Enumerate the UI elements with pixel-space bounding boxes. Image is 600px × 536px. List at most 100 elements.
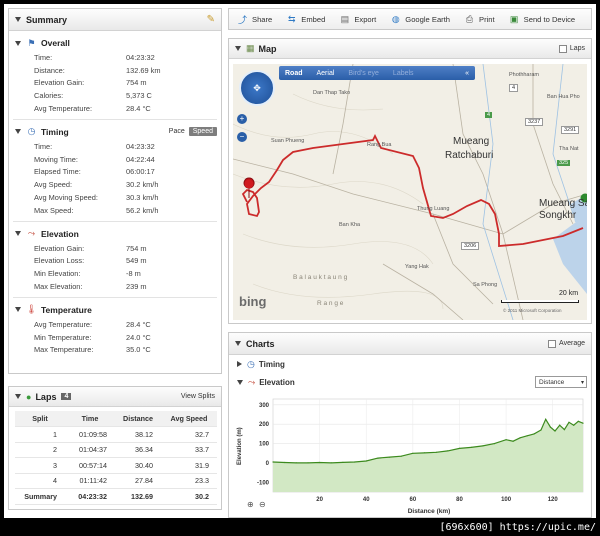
collapse-icon[interactable]: [15, 394, 21, 399]
collapse-icon[interactable]: [15, 40, 21, 46]
timing-title: Timing: [41, 126, 69, 137]
place-label: Ban Hua Pho: [547, 94, 580, 100]
zoom-out-button[interactable]: −: [237, 132, 247, 142]
road-shield-highway: 325: [557, 160, 571, 166]
road-shield: 3237: [525, 118, 544, 126]
start-pin-head[interactable]: [244, 179, 254, 189]
share-button[interactable]: ⤴ Share: [237, 14, 272, 25]
overall-section-header[interactable]: ⚑ Overall: [9, 35, 221, 51]
map-mode-birdseye[interactable]: Bird's eye: [348, 70, 379, 77]
collapse-modes-button[interactable]: «: [465, 70, 469, 77]
pan-arrows-icon: ✥: [253, 82, 261, 93]
laps-title: Laps: [35, 391, 57, 402]
google-earth-button[interactable]: ◍ Google Earth: [390, 14, 450, 25]
x-tick-label: 100: [501, 497, 512, 503]
table-row[interactable]: 1 01:09:58 38.12 32.7: [15, 426, 217, 443]
send-to-device-button[interactable]: ▣ Send to Device: [509, 14, 575, 25]
pan-control[interactable]: ✥: [239, 70, 275, 106]
summary-panel: Summary ✎ ⚑ Overall Time: 04:23:32 Distan…: [8, 8, 222, 374]
place-label: Thung Luang: [417, 206, 450, 212]
stat-row: Min Temperature: 24.0 °C: [34, 332, 151, 342]
col-time[interactable]: Time: [65, 411, 115, 427]
pace-toggle[interactable]: Pace: [165, 127, 189, 136]
elevation-data-point: [493, 443, 495, 445]
collapse-icon[interactable]: [15, 129, 21, 135]
table-row[interactable]: 4 01:11:42 27.84 23.3: [15, 473, 217, 489]
timing-rows: Time: 04:23:32 Moving Time: 04:22:44 Elaps…: [9, 140, 221, 217]
copyright-text: © 2011 Microsoft Corporation: [503, 308, 562, 313]
clock-icon: ◷: [27, 126, 36, 137]
elevation-chart-row[interactable]: ⤳ Elevation Distance ▾: [229, 373, 591, 391]
export-button[interactable]: ▤ Export: [339, 14, 377, 25]
region-label: R a n g e: [317, 300, 344, 307]
share-icon: ⤴: [237, 14, 247, 25]
elevation-data-point: [307, 462, 309, 464]
route-line[interactable]: [241, 133, 584, 247]
view-splits-link[interactable]: View Splits: [181, 393, 215, 400]
col-avg-speed[interactable]: Avg Speed: [161, 411, 217, 427]
elevation-profile-icon: ⤳: [27, 228, 36, 239]
place-label: Tha Nat: [559, 146, 579, 152]
zoom-out-icon[interactable]: ⊖: [259, 500, 266, 509]
collapse-icon[interactable]: [235, 341, 241, 346]
elevation-data-point: [342, 461, 344, 463]
elevation-data-point: [400, 455, 402, 457]
col-split[interactable]: Split: [15, 411, 65, 427]
elevation-section-header[interactable]: ⤳ Elevation: [9, 226, 221, 242]
map-mode-aerial[interactable]: Aerial: [317, 70, 335, 77]
map-mode-road[interactable]: Road: [285, 70, 303, 77]
map-header[interactable]: ▦ Map Laps: [229, 39, 591, 59]
timing-section-header[interactable]: ◷ Timing Pace Speed: [9, 124, 221, 140]
print-button[interactable]: ⎙ Print: [464, 14, 495, 25]
printer-icon: ⎙: [465, 13, 474, 24]
edit-pencil-icon[interactable]: ✎: [207, 14, 215, 25]
laps-checkbox[interactable]: [558, 44, 567, 53]
elevation-data-point: [505, 439, 507, 441]
collapse-icon[interactable]: [235, 46, 241, 51]
elevation-data-point: [388, 456, 391, 458]
map-canvas[interactable]: ✥ + − Road Aerial Bird's eye Labels « Da…: [233, 64, 587, 320]
table-row[interactable]: 3 00:57:14 30.40 31.9: [15, 457, 217, 474]
x-axis-label: Distance (km): [408, 508, 451, 515]
overall-rows: Time: 04:23:32 Distance: 132.69 km Elevati…: [9, 51, 221, 115]
elevation-data-point: [563, 429, 565, 431]
elevation-chart: 300 200 100 0 -100 20 40 60 80 100 120 Elevation (…: [233, 397, 587, 515]
col-distance[interactable]: Distance: [115, 411, 161, 427]
map-mode-labels[interactable]: Labels: [393, 70, 414, 77]
summary-header[interactable]: Summary ✎: [9, 9, 221, 31]
timing-chart-row[interactable]: ◷ Timing: [229, 355, 591, 373]
expand-icon[interactable]: [237, 361, 242, 367]
speed-toggle[interactable]: Speed: [188, 127, 217, 137]
stat-row: Calories: 5,373 C: [34, 91, 152, 101]
table-header-row: Split Time Distance Avg Speed: [15, 411, 217, 427]
elevation-data-point: [582, 422, 584, 424]
collapse-icon[interactable]: [15, 17, 21, 22]
laps-header[interactable]: ● Laps 4 View Splits: [9, 387, 221, 407]
embed-button[interactable]: ⇆ Embed: [286, 14, 325, 25]
y-tick-label: 0: [266, 461, 270, 467]
stat-row: Max Temperature: 35.0 °C: [34, 345, 151, 355]
globe-icon: ◍: [391, 13, 400, 24]
average-checkbox[interactable]: [548, 339, 557, 348]
collapse-icon[interactable]: [15, 307, 21, 313]
elevation-chart-svg: 300 200 100 0 -100 20 40 60 80 100 120 Elevation (…: [237, 398, 584, 515]
temperature-rows: Avg Temperature: 28.4 °C Min Temperature:…: [9, 318, 221, 356]
collapse-icon[interactable]: [237, 379, 243, 385]
x-axis-dropdown[interactable]: Distance ▾: [535, 376, 587, 388]
x-tick-label: 40: [363, 497, 370, 503]
place-label: Phothharam: [509, 72, 539, 78]
elevation-data-point: [545, 418, 547, 420]
laps-checkbox-label: Laps: [569, 45, 585, 52]
elevation-data-point: [577, 420, 579, 422]
zoom-in-button[interactable]: +: [237, 114, 247, 124]
collapse-icon[interactable]: [15, 231, 21, 237]
charts-title: Charts: [246, 338, 275, 349]
y-tick-label: 300: [259, 403, 270, 409]
temperature-section-header[interactable]: 🌡 Temperature: [9, 302, 221, 318]
action-toolbar: ⤴ Share ⇆ Embed ▤ Export ◍ Google Earth ⎙ Pri…: [228, 8, 592, 30]
zoom-in-icon[interactable]: ⊕: [247, 500, 254, 509]
charts-header[interactable]: Charts Average: [229, 333, 591, 355]
table-row[interactable]: 2 01:04:37 36.34 33.7: [15, 442, 217, 458]
stat-row: Avg Speed: 30.2 km/h: [34, 180, 159, 190]
laps-panel: ● Laps 4 View Splits Split Time Distance…: [8, 386, 222, 510]
